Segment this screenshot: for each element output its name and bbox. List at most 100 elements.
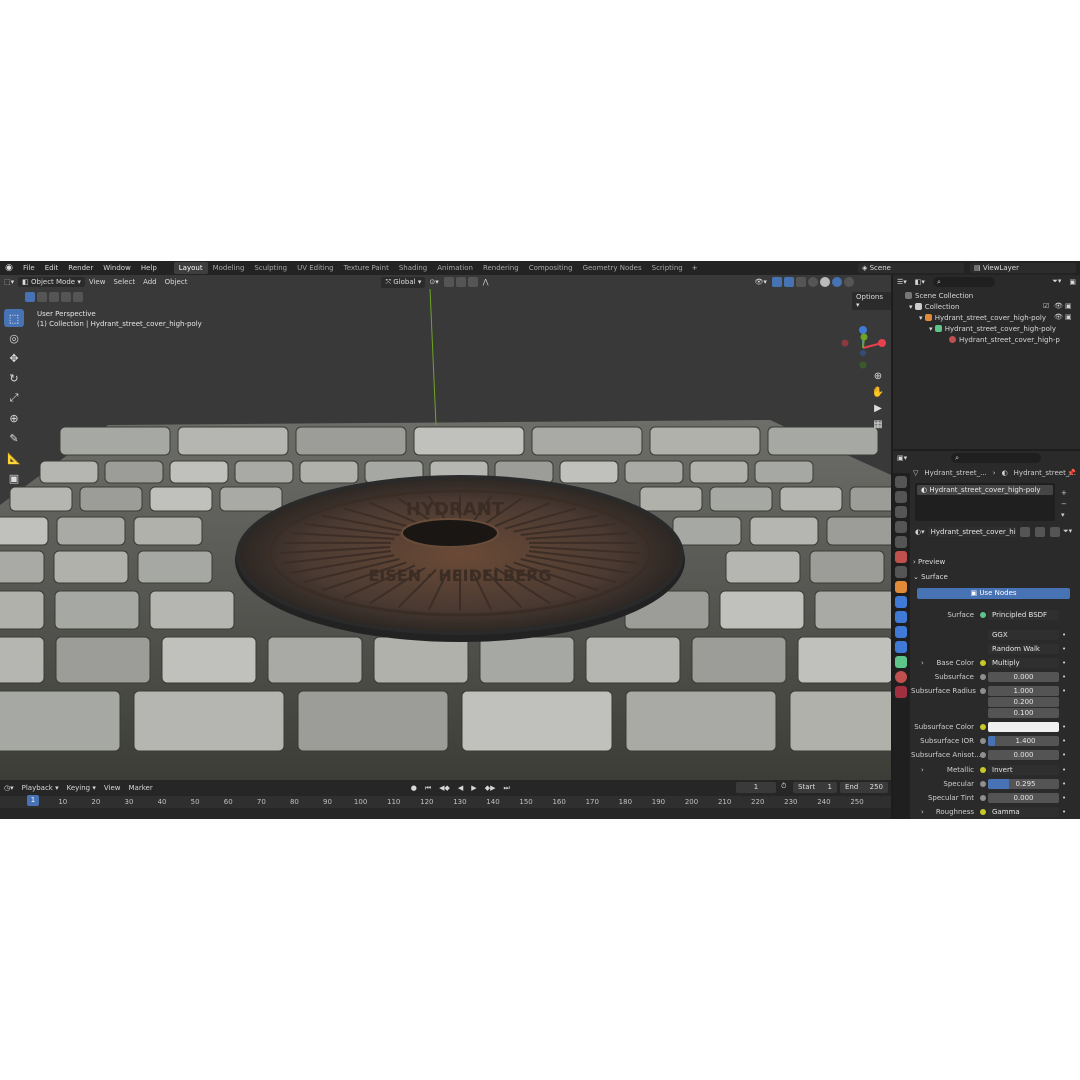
tab-uv-editing[interactable]: UV Editing <box>292 262 339 274</box>
distribution-dropdown[interactable]: GGX <box>988 630 1059 640</box>
play-icon[interactable]: ▶ <box>467 784 480 792</box>
bsdf-value-field[interactable]: 1.400 <box>988 736 1059 746</box>
distribution-socket-icon[interactable]: • <box>1062 631 1066 639</box>
camera-icon[interactable]: ▶ <box>871 403 885 417</box>
outliner-editor-icon[interactable]: ☰▾ <box>893 278 911 286</box>
tab-geometry-nodes[interactable]: Geometry Nodes <box>578 262 647 274</box>
expand-input-icon[interactable]: › <box>921 808 924 816</box>
snap-icon[interactable] <box>443 277 454 287</box>
socket-dot-icon[interactable] <box>980 660 986 666</box>
tab-animation[interactable]: Animation <box>432 262 478 274</box>
bsdf-value-field[interactable]: 0.000 <box>988 793 1059 803</box>
menu-window[interactable]: Window <box>98 264 136 272</box>
socket-dot-icon[interactable] <box>980 781 986 787</box>
surface-shader-field[interactable]: Principled BSDF <box>988 610 1059 620</box>
rotate-tool-icon[interactable]: ↻ <box>4 369 24 387</box>
view-layer-selector[interactable]: ▤ ViewLayer <box>970 263 1076 273</box>
menu-edit[interactable]: Edit <box>40 264 64 272</box>
outliner-row-material[interactable]: Hydrant_street_cover_high-p <box>949 335 1060 345</box>
gizmo-neg-y-ball[interactable] <box>859 361 867 369</box>
select-invert-icon[interactable] <box>61 292 71 302</box>
preview-section[interactable]: › Preview <box>913 558 945 566</box>
cursor-tool-icon[interactable]: ◎ <box>4 329 24 347</box>
xray-toggle-icon[interactable] <box>795 277 806 287</box>
prev-keyframe-icon[interactable]: ◀◆ <box>435 784 454 792</box>
keyframe-dot-icon[interactable]: • <box>1062 723 1066 731</box>
object-visibility-icon[interactable]: 👁 <box>1054 313 1063 321</box>
viewport-menu-object[interactable]: Object <box>161 278 192 286</box>
select-subtract-icon[interactable] <box>49 292 59 302</box>
3d-viewport[interactable]: HYDRANT EISEN · HEIDELBERG ⬚▾ ◧ Object M… <box>0 275 891 780</box>
pivot-icon[interactable]: ⊙▾ <box>425 278 442 286</box>
scene-selector[interactable]: ◈ Scene <box>858 263 964 273</box>
gizmo-z-ball[interactable] <box>859 326 867 334</box>
timeline-editor-icon[interactable]: ◷▾ <box>0 784 18 792</box>
gizmo-toggle-icon[interactable] <box>771 277 782 287</box>
tab-texture-paint[interactable]: Texture Paint <box>339 262 394 274</box>
visibility-icon[interactable]: 👁▾ <box>751 278 771 286</box>
socket-dot-icon[interactable] <box>980 738 986 744</box>
options-dropdown[interactable]: Options ▾ <box>852 292 891 310</box>
zoom-icon[interactable]: ⊕ <box>871 371 885 385</box>
bsdf-value-field[interactable] <box>988 722 1059 732</box>
add-workspace-icon[interactable]: + <box>688 264 702 272</box>
shading-rendered-icon[interactable] <box>843 277 854 287</box>
menu-help[interactable]: Help <box>136 264 162 272</box>
tab-layout[interactable]: Layout <box>173 262 208 274</box>
socket-dot-icon[interactable] <box>980 699 986 705</box>
playhead[interactable]: 1 <box>27 795 39 806</box>
timeline[interactable]: ◷▾ Playback ▾ Keying ▾ View Marker ● ⏮ ◀… <box>0 780 891 819</box>
outliner-row-object[interactable]: ▾ Hydrant_street_cover_high-poly <box>919 313 1046 323</box>
viewport-menu-select[interactable]: Select <box>109 278 139 286</box>
keyframe-dot-icon[interactable]: • <box>1062 766 1066 774</box>
stopwatch-icon[interactable]: ⏱ <box>781 782 786 791</box>
viewport-menu-add[interactable]: Add <box>139 278 161 286</box>
keyframe-dot-icon[interactable]: • <box>1062 737 1066 745</box>
filter-icon[interactable]: ⏷▾ <box>1048 277 1065 286</box>
timeline-menu-keying[interactable]: Keying ▾ <box>63 784 100 792</box>
play-reverse-icon[interactable]: ◀ <box>454 784 467 792</box>
timeline-menu-view[interactable]: View <box>100 784 125 792</box>
expand-input-icon[interactable]: › <box>921 766 924 774</box>
shading-material-icon[interactable] <box>831 277 842 287</box>
socket-dot-icon[interactable] <box>980 674 986 680</box>
bsdf-value-field[interactable]: 1.000 <box>988 686 1059 696</box>
navigation-gizmo[interactable] <box>838 323 888 373</box>
outliner-display-icon[interactable]: ◧▾ <box>911 278 929 286</box>
object-render-icon[interactable]: ▣ <box>1065 313 1072 321</box>
socket-dot-icon[interactable] <box>980 612 986 618</box>
shading-wireframe-icon[interactable] <box>807 277 818 287</box>
tab-scripting[interactable]: Scripting <box>647 262 688 274</box>
gizmo-y-ball[interactable] <box>860 333 868 341</box>
grid-view-icon[interactable]: ▦ <box>871 419 885 433</box>
add-cube-tool-icon[interactable]: ▣ <box>4 469 24 487</box>
expand-icon[interactable]: ▾ <box>909 303 915 311</box>
scale-tool-icon[interactable]: ⤢ <box>4 389 24 407</box>
overlay-toggle-icon[interactable] <box>783 277 794 287</box>
bsdf-value-field[interactable]: Invert <box>988 765 1059 775</box>
tab-shading[interactable]: Shading <box>394 262 432 274</box>
keyframe-dot-icon[interactable]: • <box>1062 780 1066 788</box>
subsurface-method-dropdown[interactable]: Random Walk <box>988 644 1059 654</box>
bsdf-value-field[interactable]: 0.295 <box>988 779 1059 789</box>
outliner-row-mesh[interactable]: ▾ Hydrant_street_cover_high-poly <box>929 324 1056 334</box>
outliner-row-scene-collection[interactable]: Scene Collection <box>905 291 973 301</box>
timeline-menu-playback[interactable]: Playback ▾ <box>18 784 63 792</box>
keyframe-dot-icon[interactable]: • <box>1062 673 1066 681</box>
jump-end-icon[interactable]: ⏭ <box>499 784 513 793</box>
select-box-tool-icon[interactable]: ⬚ <box>4 309 24 327</box>
keyframe-dot-icon[interactable]: • <box>1062 659 1066 667</box>
current-frame-field[interactable]: 1 <box>736 782 776 793</box>
blender-logo-icon[interactable]: ◉ <box>0 263 18 273</box>
socket-dot-icon[interactable] <box>980 795 986 801</box>
outliner-search[interactable]: ⌕ <box>932 276 995 287</box>
move-tool-icon[interactable]: ✥ <box>4 349 24 367</box>
transform-orientation-dropdown[interactable]: ⤧ Global ▾ <box>381 276 426 288</box>
new-collection-icon[interactable]: ▣ <box>1065 278 1080 286</box>
surface-section[interactable]: ⌄ Surface <box>913 573 948 581</box>
falloff-icon[interactable]: ⋀ <box>479 278 493 286</box>
socket-dot-icon[interactable] <box>980 809 986 815</box>
socket-dot-icon[interactable] <box>980 710 986 716</box>
bsdf-value-field[interactable]: 0.200 <box>988 697 1059 707</box>
viewport-menu-view[interactable]: View <box>85 278 110 286</box>
